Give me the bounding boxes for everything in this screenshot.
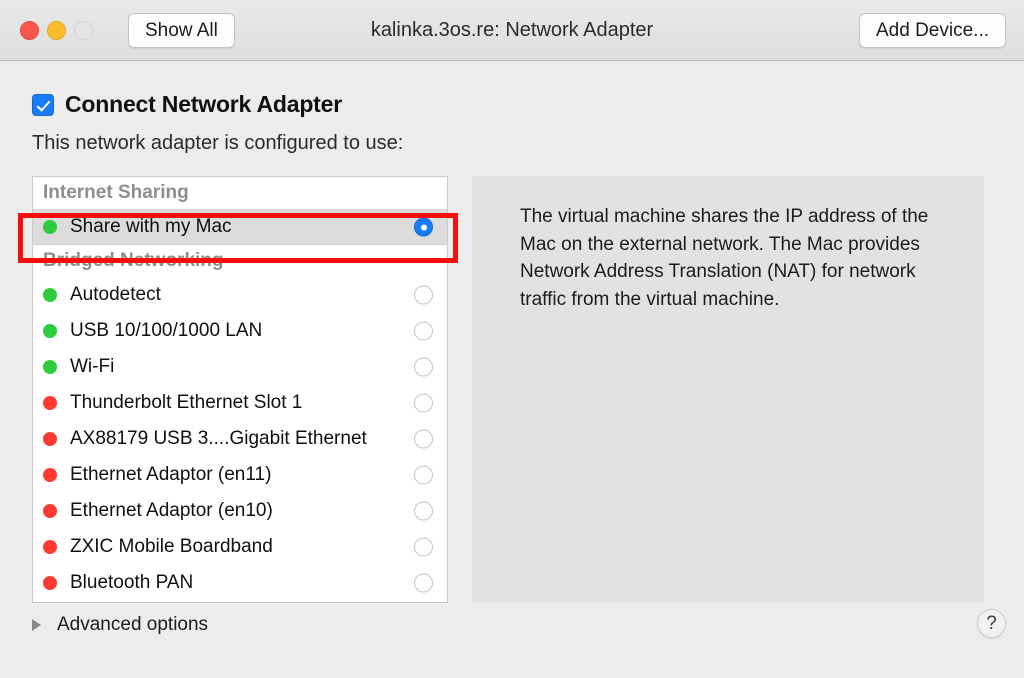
connect-network-adapter-label: Connect Network Adapter bbox=[65, 91, 342, 117]
network-radio-selected[interactable] bbox=[414, 217, 433, 237]
network-row-wifi[interactable]: Wi-Fi bbox=[33, 349, 447, 385]
network-radio[interactable] bbox=[414, 465, 433, 485]
network-row-label: AX88179 USB 3....Gigabit Ethernet bbox=[70, 428, 367, 449]
window-titlebar: Show All kalinka.3os.re: Network Adapter… bbox=[0, 0, 1024, 61]
chevron-right-icon bbox=[32, 619, 41, 631]
connect-network-adapter-row[interactable]: Connect Network Adapter bbox=[32, 91, 342, 118]
network-row-label: Share with my Mac bbox=[70, 216, 232, 237]
connect-network-adapter-checkbox[interactable] bbox=[32, 93, 54, 116]
network-radio[interactable] bbox=[414, 573, 433, 593]
window-content: Connect Network Adapter This network ada… bbox=[0, 61, 1024, 678]
status-dot-green bbox=[43, 324, 57, 338]
description-panel: The virtual machine shares the IP addres… bbox=[472, 176, 984, 603]
add-device-button[interactable]: Add Device... bbox=[859, 13, 1006, 48]
network-row-share-with-my-mac[interactable]: Share with my Mac bbox=[33, 209, 447, 245]
zoom-button[interactable] bbox=[74, 21, 93, 40]
show-all-button[interactable]: Show All bbox=[128, 13, 235, 48]
advanced-options-disclosure[interactable]: Advanced options bbox=[32, 614, 208, 636]
status-dot-red bbox=[43, 540, 57, 554]
network-row-usb-lan[interactable]: USB 10/100/1000 LAN bbox=[33, 313, 447, 349]
help-button[interactable]: ? bbox=[977, 609, 1006, 638]
status-dot-red bbox=[43, 396, 57, 410]
network-row-label: Ethernet Adaptor (en11) bbox=[70, 464, 272, 485]
status-dot-red bbox=[43, 504, 57, 518]
group-header-bridged-networking: Bridged Networking bbox=[33, 245, 447, 277]
status-dot-red bbox=[43, 432, 57, 446]
description-text: The virtual machine shares the IP addres… bbox=[520, 206, 929, 310]
advanced-options-label: Advanced options bbox=[57, 614, 209, 635]
traffic-light-group bbox=[20, 21, 93, 40]
network-source-list[interactable]: Internet Sharing Share with my Mac Bridg… bbox=[32, 176, 448, 603]
network-row-zxic-mobile-boardband[interactable]: ZXIC Mobile Boardband bbox=[33, 529, 447, 565]
network-row-ax88179[interactable]: AX88179 USB 3....Gigabit Ethernet bbox=[33, 421, 447, 457]
network-row-label: USB 10/100/1000 LAN bbox=[70, 320, 263, 341]
network-radio[interactable] bbox=[414, 429, 433, 449]
close-button[interactable] bbox=[20, 21, 39, 40]
network-row-label: Bluetooth PAN bbox=[70, 572, 194, 593]
status-dot-red bbox=[43, 576, 57, 590]
network-row-bluetooth-pan[interactable]: Bluetooth PAN bbox=[33, 565, 447, 601]
minimize-button[interactable] bbox=[47, 21, 66, 40]
network-row-label: Thunderbolt Ethernet Slot 1 bbox=[70, 392, 303, 413]
configured-to-use-label: This network adapter is configured to us… bbox=[32, 132, 404, 154]
network-row-label: Ethernet Adaptor (en10) bbox=[70, 500, 273, 521]
network-radio[interactable] bbox=[414, 357, 433, 377]
network-radio[interactable] bbox=[414, 537, 433, 557]
network-row-ethernet-adaptor-en11[interactable]: Ethernet Adaptor (en11) bbox=[33, 457, 447, 493]
status-dot-green bbox=[43, 220, 57, 234]
network-radio[interactable] bbox=[414, 501, 433, 521]
group-header-internet-sharing: Internet Sharing bbox=[33, 177, 447, 209]
network-row-label: ZXIC Mobile Boardband bbox=[70, 536, 273, 557]
status-dot-green bbox=[43, 360, 57, 374]
network-row-label: Wi-Fi bbox=[70, 356, 115, 377]
network-radio[interactable] bbox=[414, 285, 433, 305]
network-row-thunderbolt-ethernet[interactable]: Thunderbolt Ethernet Slot 1 bbox=[33, 385, 447, 421]
network-radio[interactable] bbox=[414, 393, 433, 413]
network-row-label: Autodetect bbox=[70, 284, 161, 305]
network-radio[interactable] bbox=[414, 321, 433, 341]
network-row-ethernet-adaptor-en10[interactable]: Ethernet Adaptor (en10) bbox=[33, 493, 447, 529]
network-row-autodetect[interactable]: Autodetect bbox=[33, 277, 447, 313]
status-dot-green bbox=[43, 288, 57, 302]
status-dot-red bbox=[43, 468, 57, 482]
